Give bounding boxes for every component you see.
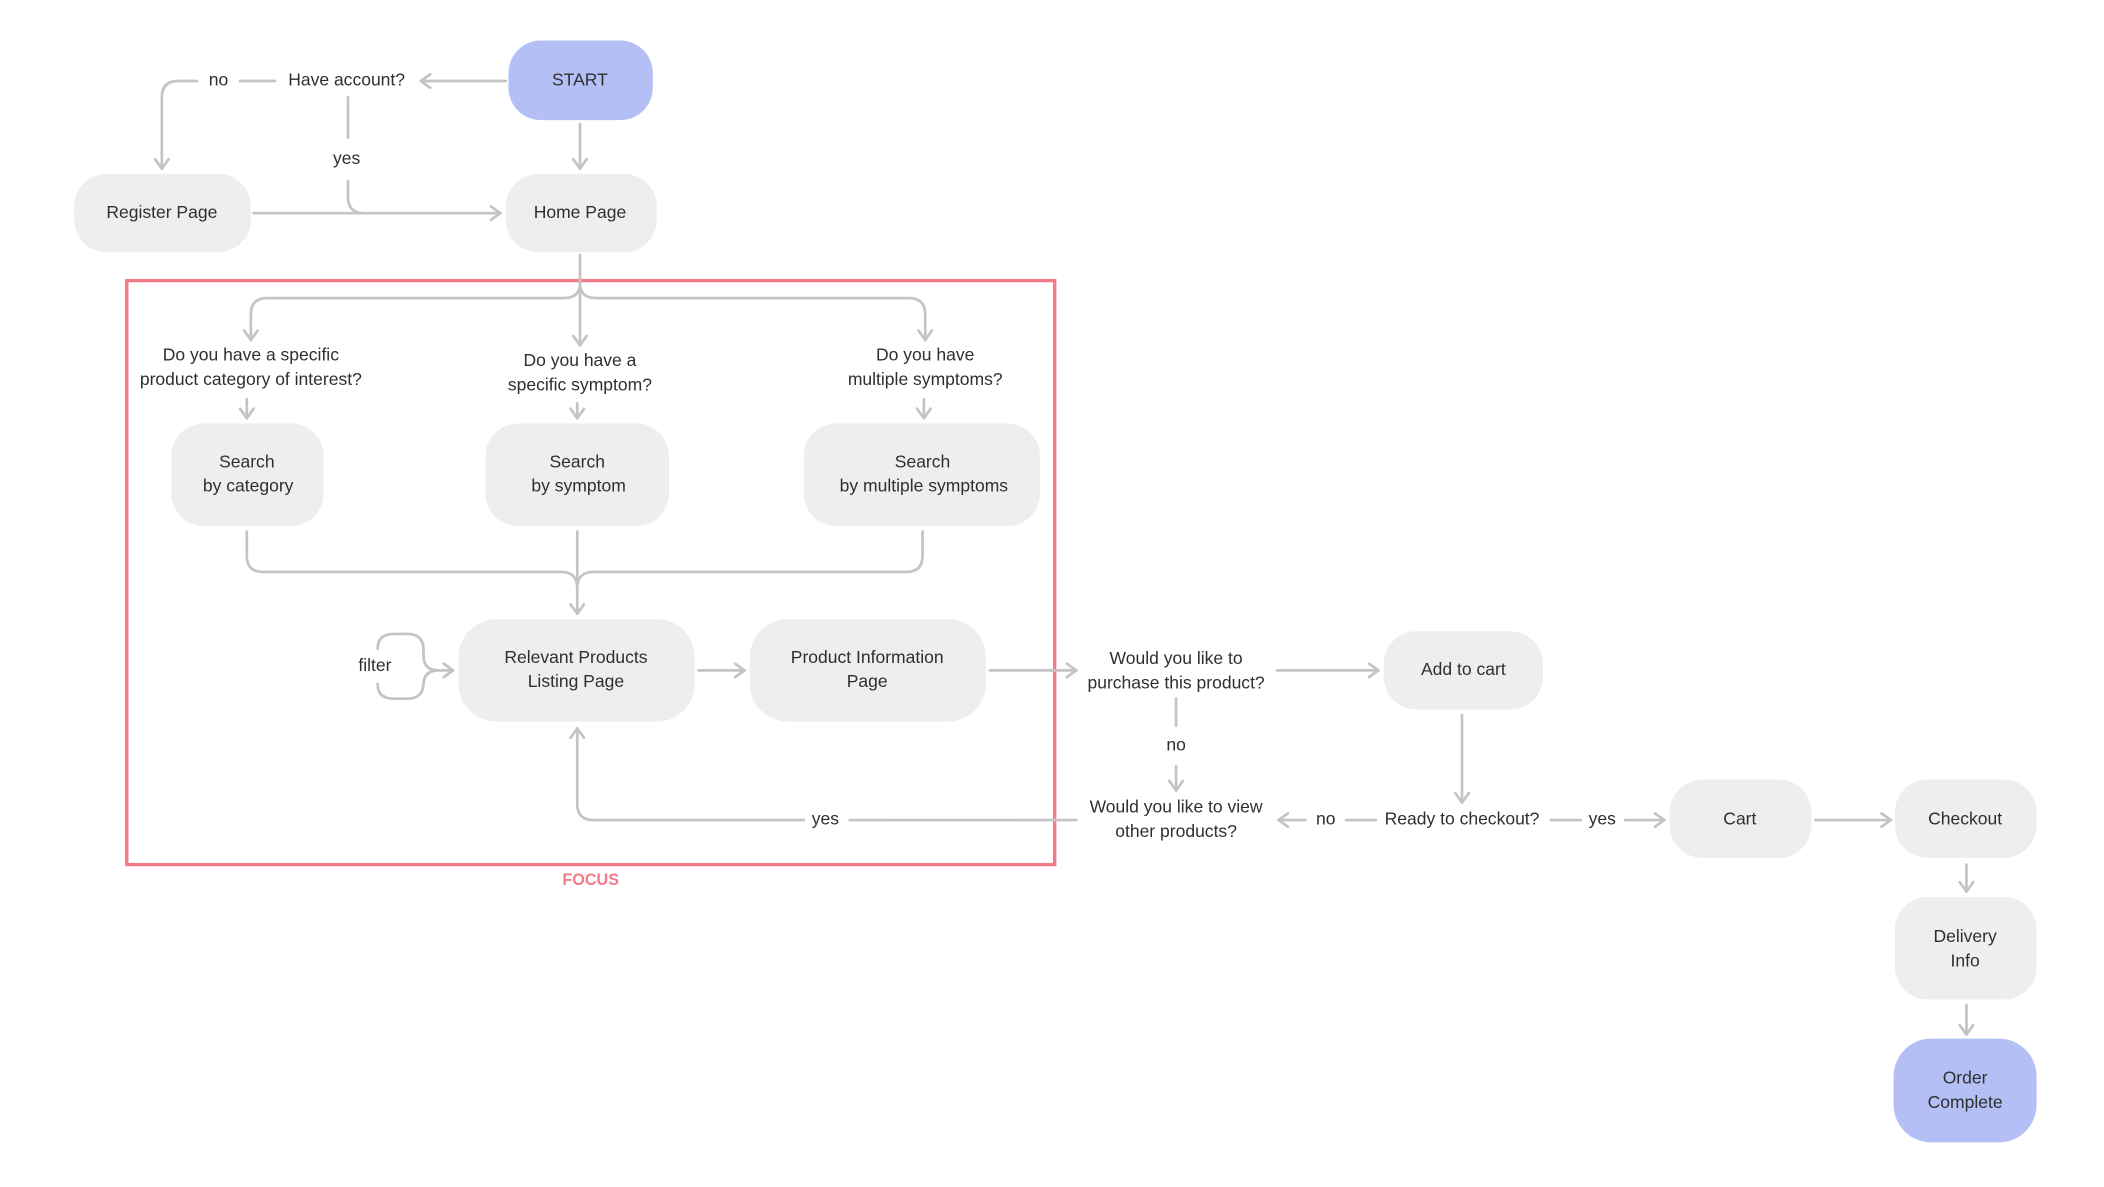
node-checkout: Checkout	[1894, 779, 2037, 858]
label-filter: filter	[358, 655, 391, 675]
node-search-by-symptom: Search by symptom	[485, 423, 669, 527]
decision-view-other-line1: Would you like to view	[1090, 797, 1263, 817]
edge-home-to-multiple-q	[578, 281, 934, 342]
decision-view-other-line2: other products?	[1115, 821, 1237, 841]
label-ready-yes: yes	[1589, 809, 1616, 829]
label-account-yes: yes	[333, 148, 360, 168]
edge-no-to-register	[153, 79, 199, 171]
decision-symptom-line2: specific symptom?	[508, 374, 652, 394]
svg-text:START: START	[552, 70, 608, 90]
node-search-by-category: Search by category	[171, 423, 324, 527]
node-cart: Cart	[1669, 779, 1812, 858]
svg-text:Search: Search	[550, 451, 606, 471]
svg-text:by symptom: by symptom	[531, 476, 625, 496]
decision-category-line2: product category of interest?	[140, 369, 362, 389]
svg-text:Cart: Cart	[1723, 809, 1756, 829]
svg-text:Search: Search	[219, 451, 275, 471]
user-flow-diagram: FOCUS START Home Page Register Page Sear…	[74, 40, 2037, 1143]
label-purchase-no: no	[1166, 735, 1185, 755]
svg-text:Home Page: Home Page	[534, 202, 627, 222]
svg-text:Search: Search	[895, 451, 951, 471]
node-delivery-info: Delivery Info	[1894, 896, 2037, 1000]
svg-text:Relevant Products: Relevant Products	[504, 647, 647, 667]
svg-text:Checkout: Checkout	[1928, 809, 2002, 829]
decision-multiple-line2: multiple symptoms?	[848, 369, 1003, 389]
node-add-to-cart: Add to cart	[1383, 631, 1543, 710]
label-account-no: no	[209, 70, 228, 90]
focus-label: FOCUS	[562, 871, 619, 889]
edge-yes-to-home	[346, 179, 366, 215]
svg-text:Add to cart: Add to cart	[1421, 659, 1506, 679]
decision-symptom-line1: Do you have a	[523, 350, 636, 370]
svg-text:Complete: Complete	[1928, 1092, 2003, 1112]
edge-multiple-search-to-listing	[575, 530, 924, 590]
node-product-information-page: Product Information Page	[749, 619, 986, 722]
svg-text:Register Page: Register Page	[106, 202, 217, 222]
node-order-complete: Order Complete	[1893, 1038, 2037, 1143]
decision-have-account: Have account?	[288, 70, 405, 90]
svg-text:Delivery: Delivery	[1933, 926, 1997, 946]
decision-multiple-line1: Do you have	[876, 345, 974, 365]
svg-text:Listing Page: Listing Page	[528, 671, 624, 691]
svg-text:Page: Page	[847, 671, 888, 691]
node-home-page: Home Page	[505, 174, 657, 253]
node-register-page: Register Page	[74, 174, 251, 253]
node-search-by-multiple-symptoms: Search by multiple symptoms	[803, 423, 1040, 527]
svg-text:by category: by category	[203, 476, 294, 496]
edge-home-to-category-q	[242, 253, 582, 342]
decision-category-line1: Do you have a specific	[163, 345, 339, 365]
label-view-other-yes: yes	[812, 809, 839, 829]
svg-text:Info: Info	[1950, 950, 1979, 970]
node-start: START	[508, 40, 653, 121]
decision-ready-to-checkout: Ready to checkout?	[1385, 809, 1540, 829]
edge-yes-to-listing	[569, 727, 806, 822]
svg-text:Order: Order	[1943, 1068, 1988, 1088]
svg-text:by multiple symptoms: by multiple symptoms	[840, 476, 1009, 496]
node-relevant-products-listing: Relevant Products Listing Page	[458, 619, 695, 722]
edge-category-search-to-listing	[245, 530, 586, 616]
decision-purchase-line1: Would you like to	[1110, 648, 1243, 668]
label-ready-no: no	[1316, 809, 1335, 829]
svg-text:Product Information: Product Information	[791, 647, 944, 667]
decision-purchase-line2: purchase this product?	[1087, 672, 1264, 692]
